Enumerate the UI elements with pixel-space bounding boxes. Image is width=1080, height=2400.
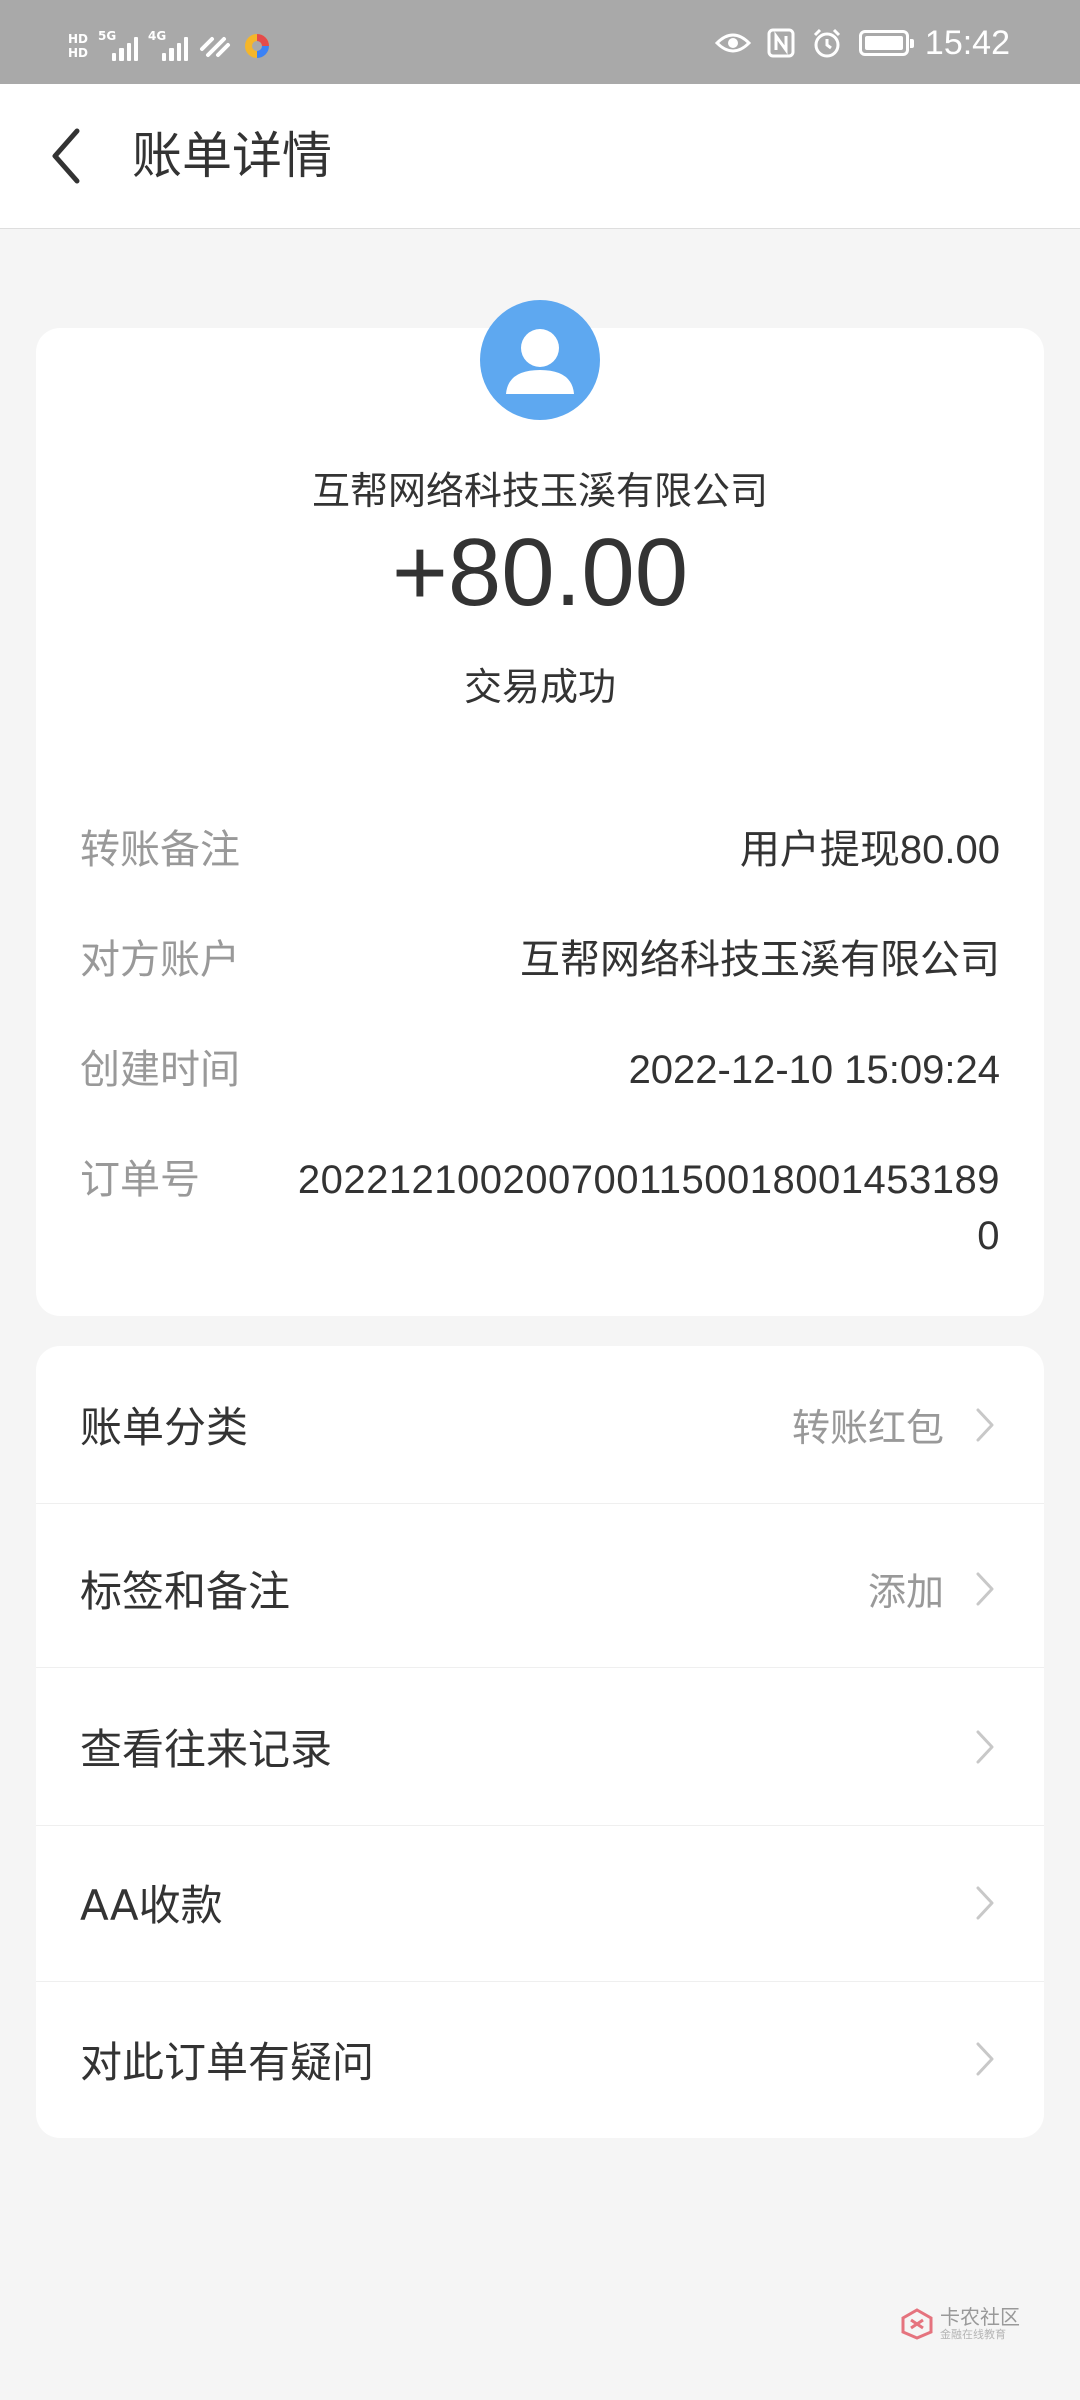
alarm-icon: [813, 28, 840, 58]
menu-label: 账单分类: [80, 1403, 249, 1452]
detail-label: 订单号: [80, 1157, 200, 1203]
menu-item-order-question[interactable]: 对此订单有疑问: [36, 1980, 1044, 2138]
chevron-right-icon: [970, 1727, 1000, 1767]
net1-label: 5G: [98, 29, 117, 43]
menu-label: 查看往来记录: [80, 1725, 333, 1774]
menu-label: AA收款: [80, 1881, 223, 1930]
status-right: 15:42: [714, 18, 1010, 68]
user-icon: [506, 329, 574, 394]
chevron-right-icon: [970, 2039, 1000, 2079]
detail-value: 互帮网络科技玉溪有限公司: [520, 938, 1000, 982]
nfc-icon: [767, 28, 795, 58]
watermark-text: 卡农社区 金融在线教育: [940, 2306, 1020, 2342]
amount: +80.00: [391, 519, 689, 626]
detail-label: 转账备注: [80, 827, 240, 873]
signal-5g-icon: 5G: [98, 29, 139, 61]
back-button[interactable]: [36, 120, 96, 192]
transaction-status: 交易成功: [463, 665, 616, 709]
eye-icon: [714, 33, 751, 53]
menu-label: 标签和备注: [80, 1567, 291, 1616]
avatar: [480, 300, 600, 420]
detail-row-counterparty: 对方账户 互帮网络科技玉溪有限公司: [80, 932, 1000, 988]
watermark-sub: 金融在线教育: [940, 2328, 1006, 2341]
menu-item-tags-notes[interactable]: 标签和备注 添加: [36, 1510, 1044, 1668]
detail-label: 创建时间: [80, 1047, 240, 1093]
watermark: 卡农社区 金融在线教育: [900, 2306, 1020, 2342]
back-arrow-icon: [52, 128, 80, 184]
hd-top-label: HD: [68, 32, 89, 46]
status-left: HD HD 5G 4G: [68, 22, 272, 70]
menu-item-history[interactable]: 查看往来记录: [36, 1668, 1044, 1826]
header: 账单详情: [0, 84, 1080, 229]
avatar-circle: [480, 300, 600, 420]
menu-label: 对此订单有疑问: [80, 2037, 375, 2087]
status-time: 15:42: [924, 23, 1010, 62]
transaction-card: 互帮网络科技玉溪有限公司 +80.00 交易成功 转账备注 用户提现80.00 …: [36, 328, 1044, 1316]
merchant-name: 互帮网络科技玉溪有限公司: [311, 469, 768, 513]
menu-item-bill-category[interactable]: 账单分类 转账红包: [36, 1346, 1044, 1504]
data-saver-icon: [200, 37, 231, 57]
detail-row-remark: 转账备注 用户提现80.00: [80, 822, 1000, 878]
battery-icon: [858, 30, 914, 56]
app-notification-icon: [245, 34, 270, 58]
menu-value: 转账红包: [791, 1406, 944, 1450]
detail-row-order-number: 订单号 20221210020070011500180014531890: [80, 1152, 1000, 1264]
status-bar: HD HD 5G 4G 15:42: [0, 0, 1080, 84]
detail-row-created-time: 创建时间 2022-12-10 15:09:24: [80, 1042, 1000, 1098]
options-card: 账单分类 转账红包 标签和备注 添加 查看往来记录 AA收款 对此订单有疑问: [36, 1346, 1044, 2138]
detail-value: 用户提现80.00: [739, 828, 1000, 872]
detail-label: 对方账户: [80, 937, 240, 983]
watermark-main: 卡农社区: [940, 2305, 1020, 2329]
chevron-right-icon: [970, 1883, 1000, 1923]
detail-value: 2022-12-10 15:09:24: [628, 1048, 1000, 1092]
page-title: 账单详情: [132, 127, 332, 185]
hd-bottom-label: HD: [68, 46, 89, 60]
chevron-right-icon: [970, 1569, 1000, 1609]
chevron-right-icon: [970, 1405, 1000, 1445]
hd-indicator: HD HD: [68, 32, 88, 60]
signal-4g-icon: 4G: [148, 29, 189, 61]
menu-item-aa-collect[interactable]: AA收款: [36, 1824, 1044, 1982]
watermark-logo-icon: [901, 2308, 933, 2340]
net2-label: 4G: [148, 29, 167, 43]
menu-value: 添加: [867, 1570, 944, 1614]
order-number-value[interactable]: 20221210020070011500180014531890: [280, 1152, 1000, 1264]
